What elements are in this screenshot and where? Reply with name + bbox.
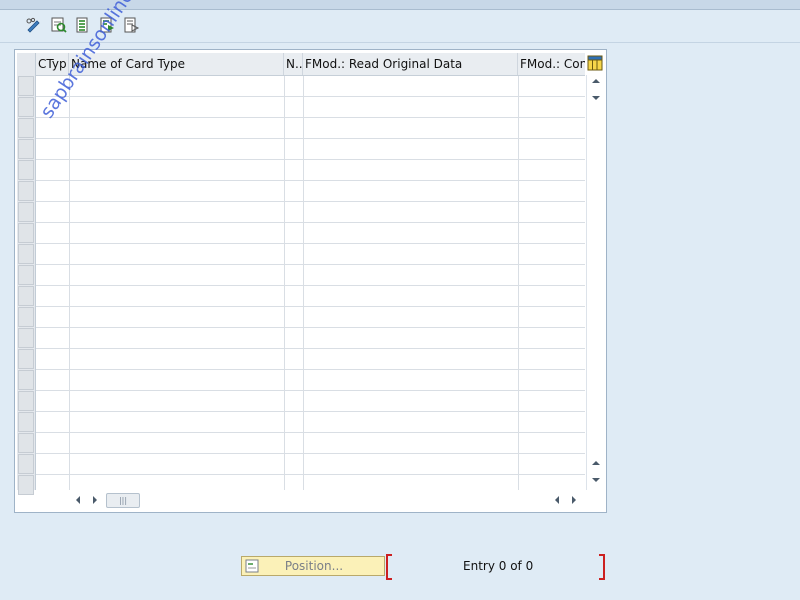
table-row[interactable]: [36, 411, 585, 412]
row-selector[interactable]: [18, 118, 34, 138]
row-selector[interactable]: [18, 139, 34, 159]
vertical-scrollbar[interactable]: [586, 75, 605, 490]
row-selector[interactable]: [18, 76, 34, 96]
scroll-up-icon[interactable]: [590, 457, 602, 469]
details-icon[interactable]: [50, 16, 68, 34]
table-row[interactable]: [36, 201, 585, 202]
edit-icon[interactable]: [25, 16, 43, 34]
table-row[interactable]: [36, 348, 585, 349]
row-selector[interactable]: [18, 475, 34, 495]
row-selector[interactable]: [18, 370, 34, 390]
deselect-all-icon[interactable]: [122, 16, 140, 34]
column-header-n[interactable]: N..: [284, 53, 303, 75]
scroll-left-icon[interactable]: [72, 494, 84, 506]
table-row[interactable]: [36, 306, 585, 307]
column-header-fmod-conv[interactable]: FMod.: Conv: [518, 53, 585, 75]
entry-counter: Entry 0 of 0: [386, 554, 605, 580]
row-selector[interactable]: [18, 391, 34, 411]
row-selector-column: [17, 53, 36, 495]
card-type-table: CTyp Name of Card Type N.. FMod.: Read O…: [14, 49, 607, 513]
table-row[interactable]: [36, 285, 585, 286]
position-button-label: Position...: [284, 559, 344, 573]
row-selector[interactable]: [18, 202, 34, 222]
table-row[interactable]: [36, 432, 585, 433]
table-row[interactable]: [36, 180, 585, 181]
bracket-right: [599, 554, 605, 580]
row-selector[interactable]: [18, 433, 34, 453]
table-body: [36, 76, 585, 496]
column-header-name-of-card-type[interactable]: Name of Card Type: [69, 53, 284, 75]
row-selector[interactable]: [18, 223, 34, 243]
table-header: CTyp Name of Card Type N.. FMod.: Read O…: [36, 53, 585, 76]
scroll-left-icon[interactable]: [551, 494, 563, 506]
scroll-down-icon[interactable]: [590, 92, 602, 104]
row-selector[interactable]: [18, 349, 34, 369]
horizontal-scroll-thumb[interactable]: |||: [106, 493, 140, 508]
table-row[interactable]: [36, 474, 585, 475]
row-selector[interactable]: [18, 181, 34, 201]
row-selector[interactable]: [18, 328, 34, 348]
row-selector[interactable]: [18, 97, 34, 117]
horizontal-scrollbar[interactable]: |||: [36, 491, 585, 509]
table-row[interactable]: [36, 369, 585, 370]
table-row[interactable]: [36, 138, 585, 139]
table-row[interactable]: [36, 390, 585, 391]
scroll-up-icon[interactable]: [590, 75, 602, 87]
row-selector[interactable]: [18, 307, 34, 327]
bracket-left: [386, 554, 392, 580]
scroll-right-icon[interactable]: [568, 494, 580, 506]
table-row[interactable]: [36, 453, 585, 454]
entry-count-text: Entry 0 of 0: [463, 559, 534, 573]
row-selector[interactable]: [18, 454, 34, 474]
position-button[interactable]: Position...: [241, 556, 385, 576]
table-row[interactable]: [36, 243, 585, 244]
row-selector[interactable]: [18, 286, 34, 306]
table-row[interactable]: [36, 96, 585, 97]
column-header-fmod-read-original-data[interactable]: FMod.: Read Original Data: [303, 53, 518, 75]
row-selector[interactable]: [18, 244, 34, 264]
table-row[interactable]: [36, 117, 585, 118]
table-row[interactable]: [36, 222, 585, 223]
column-settings-icon[interactable]: [586, 53, 604, 73]
scroll-right-icon[interactable]: [89, 494, 101, 506]
scroll-down-icon[interactable]: [590, 474, 602, 486]
row-selector[interactable]: [18, 412, 34, 432]
row-selector[interactable]: [18, 160, 34, 180]
table-row[interactable]: [36, 327, 585, 328]
table-row[interactable]: [36, 159, 585, 160]
table-row[interactable]: [36, 264, 585, 265]
row-selector[interactable]: [18, 265, 34, 285]
